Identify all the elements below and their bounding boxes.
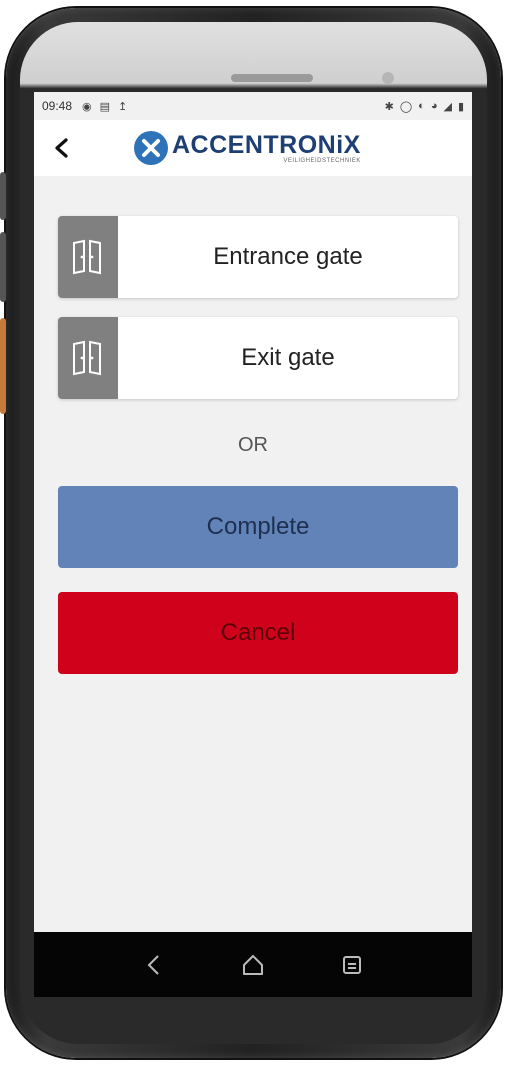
logo-subtitle: VEILIGHEIDSTECHNIEK	[283, 158, 361, 164]
bluetooth-icon: ✱	[384, 100, 394, 113]
cancel-button[interactable]: Cancel	[58, 592, 458, 674]
battery-icon: ▮	[457, 100, 464, 113]
logo-x-icon	[134, 131, 168, 165]
gate-icon	[58, 216, 118, 298]
message-icon: ▤	[99, 100, 111, 113]
front-sensor	[382, 72, 394, 84]
app-screen: 09:48 ◉ ▤ ↥ ✱ ◯ ◐ ◕ ◢ ▮ ACCENTRONiX VEIL…	[34, 92, 472, 997]
main-content: Entrance gate Exit gate OR Complete Canc…	[34, 176, 472, 932]
exit-gate-label: Exit gate	[241, 344, 335, 371]
or-separator: OR	[238, 434, 268, 456]
scan-side-button	[0, 318, 6, 414]
app-bar: ACCENTRONiX VEILIGHEIDSTECHNIEK	[34, 120, 472, 176]
exit-gate-button[interactable]: Exit gate	[58, 317, 458, 399]
vibrate-icon: ◐	[418, 99, 425, 112]
home-icon	[242, 954, 263, 975]
nav-back-button[interactable]	[134, 945, 174, 985]
brand-logo: ACCENTRONiX VEILIGHEIDSTECHNIEK	[134, 131, 361, 165]
nav-back-icon	[147, 954, 159, 975]
entrance-gate-button[interactable]: Entrance gate	[58, 216, 458, 298]
status-bar: 09:48 ◉ ▤ ↥ ✱ ◯ ◐ ◕ ◢ ▮	[34, 92, 472, 120]
chevron-left-icon	[55, 138, 68, 158]
status-time: 09:48	[42, 99, 73, 113]
volume-down-button	[0, 232, 6, 302]
nav-recents-button[interactable]	[332, 945, 372, 985]
wifi-icon: ◕	[430, 99, 438, 112]
upload-icon: ↥	[118, 100, 128, 113]
earpiece-speaker	[231, 74, 313, 82]
signal-icon: ◢	[443, 100, 452, 113]
entrance-gate-label: Entrance gate	[213, 243, 363, 270]
back-button[interactable]	[34, 120, 90, 176]
recents-icon	[343, 955, 362, 974]
photo-icon: ◉	[82, 100, 92, 113]
logo-text: ACCENTRONiX	[172, 131, 361, 159]
location-icon: ◯	[399, 100, 413, 113]
complete-button[interactable]: Complete	[58, 486, 458, 568]
gate-icon	[58, 317, 118, 399]
nav-home-button[interactable]	[233, 945, 273, 985]
system-nav-bar	[34, 932, 472, 997]
volume-up-button	[0, 172, 6, 220]
